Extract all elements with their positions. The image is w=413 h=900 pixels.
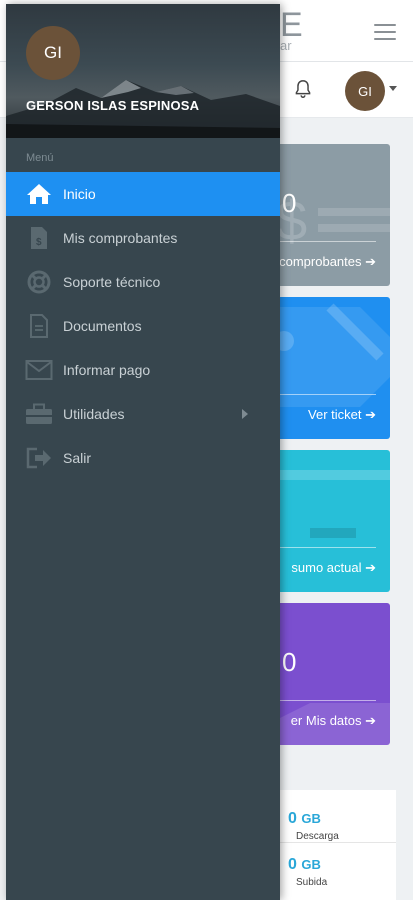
drawer-header: GI GERSON ISLAS ESPINOSA <box>6 4 280 138</box>
bell-icon[interactable] <box>292 78 314 100</box>
user-avatar[interactable]: GI <box>345 71 385 111</box>
menu-item-soporte-tecnico[interactable]: Soporte técnico <box>6 260 280 304</box>
toolbox-icon <box>24 402 54 426</box>
menu-item-label: Mis comprobantes <box>63 230 178 246</box>
svg-text:$: $ <box>276 189 307 252</box>
upload-stat: 0 GB <box>288 856 321 874</box>
menu-item-label: Documentos <box>63 318 142 334</box>
menu-item-label: Salir <box>63 450 92 466</box>
menu-item-mis-comprobantes[interactable]: $ Mis comprobantes <box>6 216 280 260</box>
upload-label: Subida <box>296 877 328 888</box>
screen: E ar GI 0 $ comprobantes ➔ Ver ticket ➔ <box>0 0 413 900</box>
logo-subtitle: ar <box>280 38 292 53</box>
card-link-consumo[interactable]: sumo actual ➔ <box>291 560 376 576</box>
menu-item-utilidades[interactable]: Utilidades <box>6 392 280 436</box>
menu-title: Menú <box>26 152 54 164</box>
menu-item-label: Inicio <box>63 186 96 202</box>
envelope-icon <box>24 358 54 382</box>
download-unit: GB <box>301 811 321 826</box>
document-icon <box>24 314 54 338</box>
menu-item-label: Soporte técnico <box>63 274 161 290</box>
menu-item-label: Utilidades <box>63 406 125 422</box>
chevron-right-icon <box>242 409 248 419</box>
menu-item-documentos[interactable]: Documentos <box>6 304 280 348</box>
drawer-avatar[interactable]: GI <box>26 26 80 80</box>
card-mis-datos[interactable]: 0 er Mis datos ➔ <box>270 603 390 745</box>
lifebuoy-icon <box>24 270 54 294</box>
menu-item-label: Informar pago <box>63 362 151 378</box>
card-link-comprobantes[interactable]: comprobantes ➔ <box>279 254 376 270</box>
home-icon <box>24 182 54 206</box>
chevron-down-icon[interactable] <box>389 86 397 91</box>
card-comprobantes[interactable]: 0 $ comprobantes ➔ <box>270 144 390 286</box>
menu-item-inicio[interactable]: Inicio <box>6 172 280 216</box>
drawer-username: GERSON ISLAS ESPINOSA <box>26 98 200 113</box>
menu-item-salir[interactable]: Salir <box>6 436 280 480</box>
download-label: Descarga <box>296 831 339 842</box>
card-link-mis-datos[interactable]: er Mis datos ➔ <box>291 713 376 729</box>
card-consumo[interactable]: sumo actual ➔ <box>270 450 390 592</box>
svg-text:$: $ <box>36 237 42 248</box>
download-value: 0 <box>288 810 297 827</box>
card-ticket[interactable]: Ver ticket ➔ <box>270 297 390 439</box>
upload-value: 0 <box>288 856 297 873</box>
hamburger-menu-icon[interactable] <box>374 24 396 40</box>
invoice-icon: $ <box>24 226 54 250</box>
navigation-drawer: GI GERSON ISLAS ESPINOSA Menú Inicio $ M… <box>6 4 280 900</box>
traffic-stats: 0 GB Descarga 0 GB Subida <box>270 790 396 900</box>
card-link-ticket[interactable]: Ver ticket ➔ <box>308 407 376 423</box>
upload-unit: GB <box>301 857 321 872</box>
download-stat: 0 GB <box>288 810 321 828</box>
menu-item-informar-pago[interactable]: Informar pago <box>6 348 280 392</box>
logout-icon <box>24 446 54 470</box>
